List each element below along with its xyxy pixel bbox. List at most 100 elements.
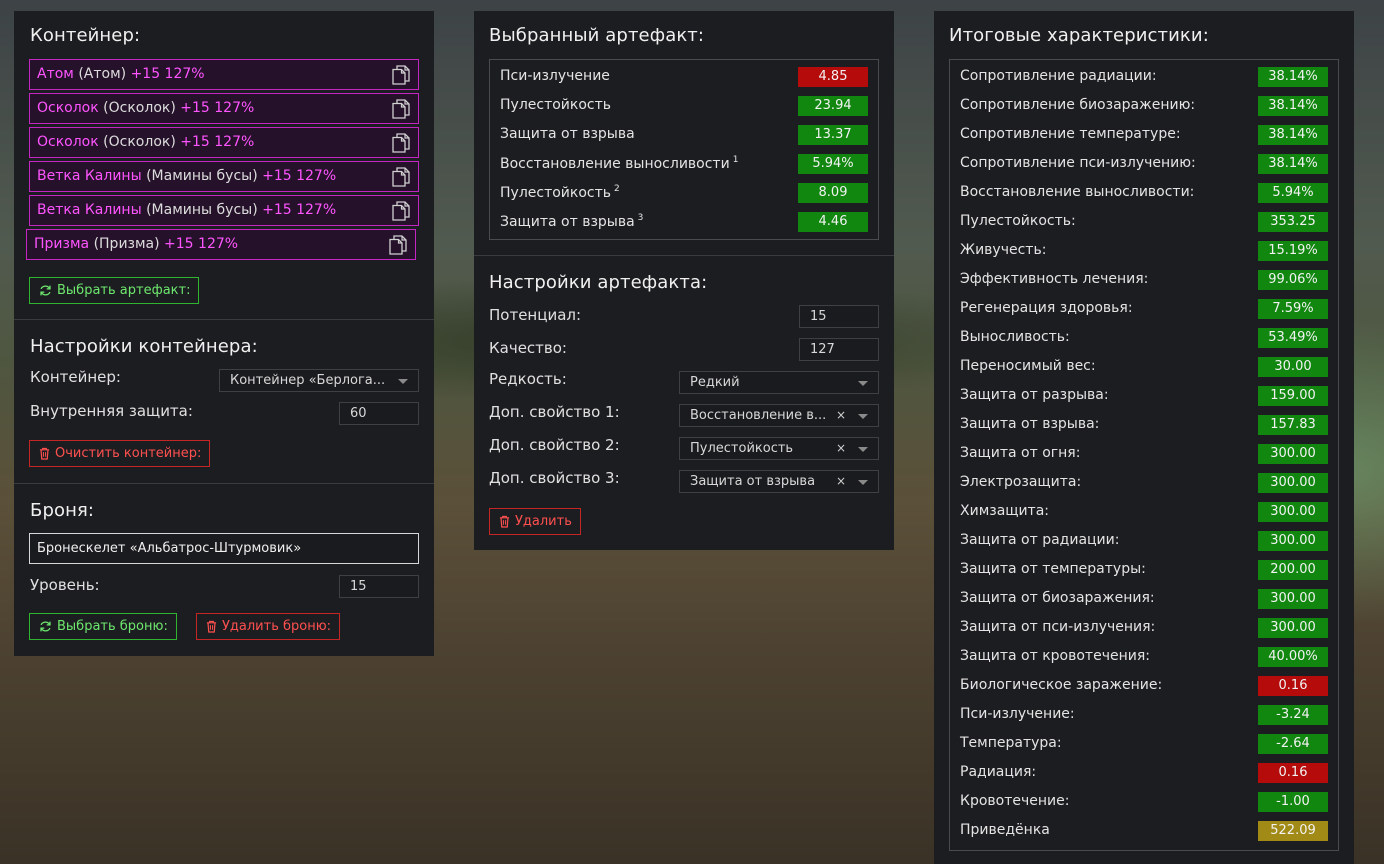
select-armor-button[interactable]: Выбрать броню: xyxy=(29,613,177,640)
clear-icon[interactable]: × xyxy=(836,471,846,492)
extra-property-1-value: Восстановление в... xyxy=(690,408,827,423)
stat-value: -2.64 xyxy=(1258,734,1328,754)
stat-name: Выносливость: xyxy=(960,329,1070,345)
stat-value: 99.06% xyxy=(1258,270,1328,290)
stat-row: Сопротивление радиации: 38.14% xyxy=(960,67,1328,87)
artifact-original-name: (Мамины бусы) xyxy=(146,202,258,218)
stat-row: Защита от биозаражения: 300.00 xyxy=(960,589,1328,609)
clear-icon[interactable]: × xyxy=(836,405,846,426)
stat-name: Кровотечение: xyxy=(960,793,1070,809)
select-artifact-button[interactable]: Выбрать артефакт: xyxy=(29,277,200,304)
copy-icon[interactable] xyxy=(392,201,410,221)
armor-title: Броня: xyxy=(30,500,95,521)
stat-value: 300.00 xyxy=(1258,473,1328,493)
stat-row: Пулестойкость 2 8.09 xyxy=(500,183,868,203)
stat-row: Защита от взрыва 3 4.46 xyxy=(500,212,868,232)
stat-value: 300.00 xyxy=(1258,589,1328,609)
extra-property-3-select[interactable]: Защита от взрыва × xyxy=(679,470,879,493)
armor-input[interactable]: Бронескелет «Альбатрос-Штурмовик» xyxy=(29,533,419,564)
artifact-item[interactable]: Осколок (Осколок) +15 127% xyxy=(29,127,419,158)
delete-armor-label: Удалить броню: xyxy=(222,619,332,634)
delete-artifact-button[interactable]: Удалить xyxy=(489,508,581,535)
stat-row: Химзащита: 300.00 xyxy=(960,502,1328,522)
clear-container-button[interactable]: Очистить контейнер: xyxy=(29,440,211,467)
stat-value: 159.00 xyxy=(1258,386,1328,406)
artifact-original-name: (Осколок) xyxy=(103,134,176,150)
extra-property-2-select[interactable]: Пулестойкость × xyxy=(679,437,879,460)
artifact-item[interactable]: Атом (Атом) +15 127% xyxy=(29,59,419,90)
artifact-name: Призма xyxy=(34,236,90,252)
artifact-name: Осколок xyxy=(37,100,99,116)
trash-icon xyxy=(39,447,50,460)
extra-property-2-label: Доп. свойство 2: xyxy=(489,436,620,454)
chevron-down-icon xyxy=(858,480,868,485)
stat-value: 300.00 xyxy=(1258,531,1328,551)
stat-value: 157.83 xyxy=(1258,415,1328,435)
refresh-icon xyxy=(40,621,51,632)
artifact-original-name: (Атом) xyxy=(78,66,127,82)
container-select-value: Контейнер «Берлога... xyxy=(230,373,386,388)
artifact-item[interactable]: Осколок (Осколок) +15 127% xyxy=(29,93,419,124)
divider xyxy=(14,319,434,320)
stat-name: Защита от биозаражения: xyxy=(960,590,1155,606)
clear-container-label: Очистить контейнер: xyxy=(55,446,202,461)
quality-input[interactable]: 127 xyxy=(799,338,879,361)
armor-level-input[interactable]: 15 xyxy=(339,575,419,598)
artifact-original-name: (Призма) xyxy=(93,236,160,252)
delete-armor-button[interactable]: Удалить броню: xyxy=(196,613,341,640)
stat-row: Защита от кровотечения: 40.00% xyxy=(960,647,1328,667)
copy-icon[interactable] xyxy=(392,167,410,187)
stat-footnote: 1 xyxy=(732,155,739,165)
copy-icon[interactable] xyxy=(389,235,407,255)
stat-row: Приведёнка 522.09 xyxy=(960,821,1328,841)
selected-artifact-panel: Выбранный артефакт: Пси-излучение 4.85 Пул… xyxy=(474,11,894,550)
armor-level-label: Уровень: xyxy=(30,576,100,594)
inner-protection-input[interactable]: 60 xyxy=(339,402,419,425)
stat-name: Пси-излучение xyxy=(500,68,610,84)
stat-name: Восстановление выносливости: xyxy=(960,184,1195,200)
stat-value: 0.16 xyxy=(1258,763,1328,783)
chevron-down-icon xyxy=(858,381,868,386)
stat-row: Защита от пси-излучения: 300.00 xyxy=(960,618,1328,638)
refresh-icon xyxy=(40,285,51,296)
copy-icon[interactable] xyxy=(392,133,410,153)
chevron-down-icon xyxy=(858,447,868,452)
select-artifact-label: Выбрать артефакт: xyxy=(57,283,191,298)
stat-row: Сопротивление пси-излучению: 38.14% xyxy=(960,154,1328,174)
artifact-upgrade: +15 127% xyxy=(180,100,255,116)
stat-row: Сопротивление биозаражению: 38.14% xyxy=(960,96,1328,116)
divider xyxy=(474,255,894,256)
stat-value: 38.14% xyxy=(1258,96,1328,116)
stat-name: Химзащита: xyxy=(960,503,1050,519)
rarity-select[interactable]: Редкий xyxy=(679,371,879,394)
artifact-upgrade: +15 127% xyxy=(262,202,337,218)
artifact-upgrade: +15 127% xyxy=(262,168,337,184)
copy-icon[interactable] xyxy=(392,99,410,119)
copy-icon[interactable] xyxy=(392,65,410,85)
stat-value: -1.00 xyxy=(1258,792,1328,812)
artifact-name: Атом xyxy=(37,66,74,82)
stat-row: Эффективность лечения: 99.06% xyxy=(960,270,1328,290)
potential-input[interactable]: 15 xyxy=(799,305,879,328)
extra-property-1-label: Доп. свойство 1: xyxy=(489,403,620,421)
stat-value: 5.94% xyxy=(1258,183,1328,203)
artifact-upgrade: +15 127% xyxy=(164,236,239,252)
artifact-item[interactable]: Ветка Калины (Мамины бусы) +15 127% xyxy=(29,195,419,226)
stat-name: Сопротивление температуре: xyxy=(960,126,1181,142)
artifact-item[interactable]: Ветка Калины (Мамины бусы) +15 127% xyxy=(29,161,419,192)
stat-value: 38.14% xyxy=(1258,67,1328,87)
inner-protection-label: Внутренняя защита: xyxy=(30,402,193,420)
stat-name: Защита от радиации: xyxy=(960,532,1120,548)
stat-row: Защита от радиации: 300.00 xyxy=(960,531,1328,551)
extra-property-1-select[interactable]: Восстановление в... × xyxy=(679,404,879,427)
stat-name: Регенерация здоровья: xyxy=(960,300,1133,316)
clear-icon[interactable]: × xyxy=(836,438,846,459)
container-panel: Контейнер: Выбрать артефакт: Настройки к… xyxy=(14,11,434,656)
container-select[interactable]: Контейнер «Берлога... xyxy=(219,369,419,392)
stat-row: Восстановление выносливости: 5.94% xyxy=(960,183,1328,203)
extra-property-3-value: Защита от взрыва xyxy=(690,474,816,489)
extra-property-3-label: Доп. свойство 3: xyxy=(489,469,620,487)
stat-value: 4.46 xyxy=(798,212,868,232)
artifact-item[interactable]: Призма (Призма) +15 127% xyxy=(26,229,416,260)
container-title: Контейнер: xyxy=(30,25,141,46)
